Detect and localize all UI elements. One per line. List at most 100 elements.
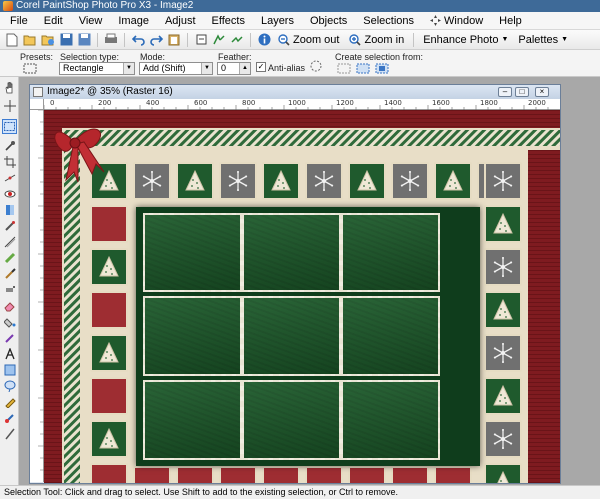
ellipse-icon[interactable] bbox=[2, 378, 17, 393]
photo-cell[interactable] bbox=[242, 380, 341, 460]
menu-image[interactable]: Image bbox=[110, 12, 157, 30]
move-icon[interactable] bbox=[229, 32, 245, 48]
enhance-photo-button[interactable]: Enhance Photo ▼ bbox=[419, 32, 512, 48]
menu-bar: File Edit View Image Adjust Effects Laye… bbox=[0, 12, 600, 30]
close-icon[interactable]: × bbox=[535, 87, 549, 97]
menu-effects[interactable]: Effects bbox=[204, 12, 253, 30]
tree-tile bbox=[90, 334, 128, 372]
selection-type-dropdown[interactable]: Rectangle ▼ bbox=[59, 62, 135, 75]
dodge-icon[interactable] bbox=[2, 250, 17, 265]
app-icon bbox=[3, 1, 13, 11]
pan-hand-icon[interactable] bbox=[2, 80, 17, 95]
photo-cell[interactable] bbox=[341, 380, 440, 460]
presets-selection-icon[interactable] bbox=[22, 61, 38, 75]
red-tile bbox=[434, 466, 472, 483]
save-icon[interactable] bbox=[58, 32, 74, 48]
open-folder-icon[interactable] bbox=[22, 32, 38, 48]
tree-tile bbox=[90, 420, 128, 458]
custom-selection-icon[interactable] bbox=[308, 59, 324, 73]
feather-field[interactable]: 0 ▲ bbox=[217, 62, 251, 75]
info-icon[interactable] bbox=[256, 32, 272, 48]
dropdown-arrow-icon: ▼ bbox=[561, 36, 569, 43]
status-text: Selection Tool: Click and drag to select… bbox=[4, 487, 399, 497]
eraser-icon[interactable] bbox=[2, 298, 17, 313]
photo-cell[interactable] bbox=[242, 213, 341, 292]
image-canvas[interactable] bbox=[44, 110, 560, 483]
preset-shape-icon[interactable] bbox=[2, 362, 17, 377]
antialias-checkbox[interactable]: ✓ bbox=[256, 62, 266, 72]
menu-view[interactable]: View bbox=[71, 12, 111, 30]
snowflake-tile bbox=[219, 162, 257, 200]
selection-tool-icon[interactable] bbox=[2, 119, 17, 134]
selection-from-layer-icon[interactable] bbox=[336, 61, 352, 75]
pick-tool-icon[interactable] bbox=[2, 98, 17, 113]
dropdown-arrow-icon: ▼ bbox=[123, 63, 134, 74]
mode-dropdown[interactable]: Add (Shift) ▼ bbox=[139, 62, 213, 75]
flip-icon[interactable] bbox=[211, 32, 227, 48]
clone-brush-icon[interactable] bbox=[2, 218, 17, 233]
photo-cell[interactable] bbox=[143, 213, 242, 292]
toolbar-separator bbox=[97, 32, 98, 47]
spinner-arrows-icon[interactable]: ▲ bbox=[239, 63, 250, 74]
selection-type-label: Selection type: bbox=[60, 52, 120, 62]
zoom-in-button[interactable]: Zoom in bbox=[345, 32, 408, 48]
photo-cell[interactable] bbox=[341, 213, 440, 292]
undo-icon[interactable] bbox=[130, 32, 146, 48]
mesh-warp-icon[interactable] bbox=[2, 426, 17, 441]
save-as-icon[interactable] bbox=[76, 32, 92, 48]
selection-from-opaque-icon[interactable] bbox=[374, 61, 390, 75]
new-icon[interactable] bbox=[4, 32, 20, 48]
status-bar: Selection Tool: Click and drag to select… bbox=[0, 485, 600, 499]
selection-from-canvas-icon[interactable] bbox=[355, 61, 371, 75]
crop-tool-icon[interactable] bbox=[2, 154, 17, 169]
palettes-button[interactable]: Palettes ▼ bbox=[514, 32, 572, 48]
menu-window: Window bbox=[444, 14, 484, 27]
crop-icon[interactable] bbox=[193, 32, 209, 48]
redo-icon[interactable] bbox=[148, 32, 164, 48]
pen-tool-icon[interactable] bbox=[2, 394, 17, 409]
paste-icon[interactable] bbox=[166, 32, 182, 48]
menu-layers[interactable]: Layers bbox=[253, 12, 302, 30]
text-tool-icon[interactable] bbox=[2, 346, 17, 361]
photo-cell[interactable] bbox=[143, 296, 242, 376]
straighten-icon[interactable] bbox=[2, 170, 17, 185]
red-tile bbox=[90, 463, 128, 483]
menu-file[interactable]: File bbox=[2, 12, 36, 30]
photo-cell[interactable] bbox=[341, 296, 440, 376]
paint-brush-icon[interactable] bbox=[2, 266, 17, 281]
color-replacer-icon[interactable] bbox=[2, 330, 17, 345]
maximize-icon[interactable]: □ bbox=[515, 87, 529, 97]
menu-window-wrap[interactable]: Window bbox=[422, 12, 491, 30]
print-icon[interactable] bbox=[103, 32, 119, 48]
toolbar-separator bbox=[124, 32, 125, 47]
ruler-tick-label: 1800 bbox=[480, 99, 498, 107]
menu-edit[interactable]: Edit bbox=[36, 12, 71, 30]
image-window[interactable]: Image2* @ 35% (Raster 16) – □ × 0 200 40… bbox=[29, 84, 561, 484]
red-eye-icon[interactable] bbox=[2, 186, 17, 201]
photo-cell[interactable] bbox=[143, 380, 242, 460]
menu-help[interactable]: Help bbox=[491, 12, 530, 30]
airbrush-icon[interactable] bbox=[2, 282, 17, 297]
fill-icon[interactable] bbox=[2, 314, 17, 329]
warp-brush-icon[interactable] bbox=[2, 410, 17, 425]
ribbon-bow-icon bbox=[54, 128, 105, 183]
tools-toolbar bbox=[0, 77, 19, 485]
zoom-out-icon bbox=[278, 33, 290, 46]
menu-objects[interactable]: Objects bbox=[302, 12, 355, 30]
minimize-icon[interactable]: – bbox=[498, 87, 512, 97]
menu-adjust[interactable]: Adjust bbox=[157, 12, 204, 30]
standard-toolbar: Zoom out Zoom in Enhance Photo ▼ Palette… bbox=[0, 30, 600, 50]
ruler-top: 0 200 400 600 800 1000 1200 1400 1600 18… bbox=[44, 99, 560, 110]
makeover-icon[interactable] bbox=[2, 202, 17, 217]
ruler-tick-label: 1000 bbox=[288, 99, 306, 107]
ruler-tick-label: 400 bbox=[146, 99, 160, 107]
zoom-out-button[interactable]: Zoom out bbox=[274, 32, 343, 48]
zoom-in-icon bbox=[349, 33, 362, 46]
enhance-photo-label: Enhance Photo bbox=[423, 33, 499, 46]
photo-cell[interactable] bbox=[242, 296, 341, 376]
menu-selections[interactable]: Selections bbox=[355, 12, 422, 30]
open-recent-icon[interactable] bbox=[40, 32, 56, 48]
image-window-titlebar[interactable]: Image2* @ 35% (Raster 16) – □ × bbox=[30, 85, 560, 99]
dropper-icon[interactable] bbox=[2, 138, 17, 153]
scratch-remover-icon[interactable] bbox=[2, 234, 17, 249]
